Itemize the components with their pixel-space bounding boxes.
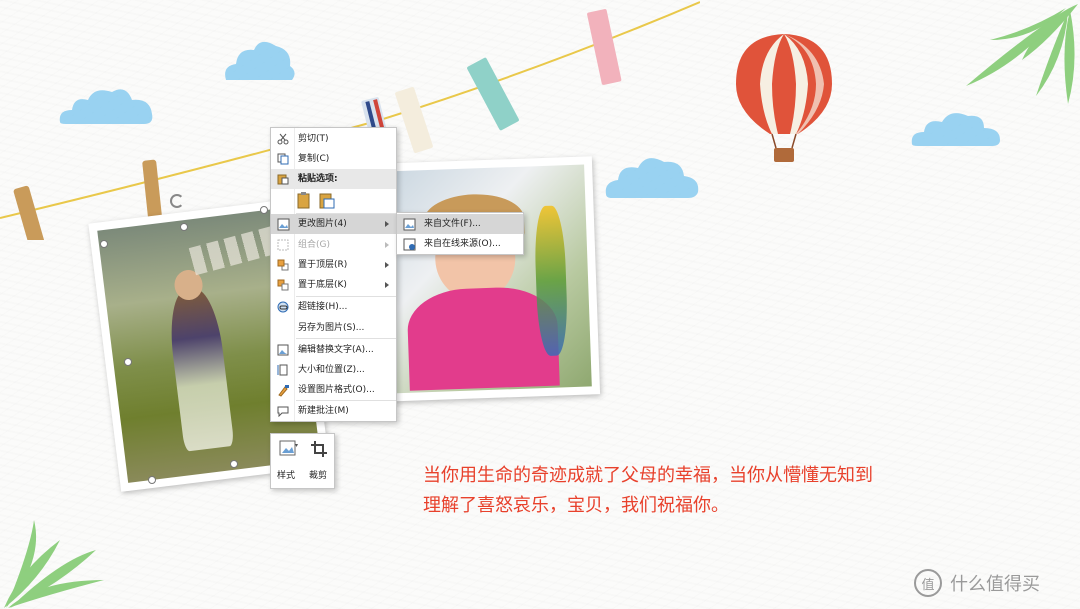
new-comment-icon <box>276 404 290 418</box>
watermark-text: 什么值得买 <box>950 574 1040 595</box>
menu-item-label: 超链接(H)... <box>298 302 348 312</box>
menu-item-label: 另存为图片(S)... <box>298 323 365 333</box>
resize-handle[interactable] <box>260 206 268 214</box>
cloud-decoration <box>911 113 1000 146</box>
slide-canvas: 剪切(T) 复制(C) 粘贴选项: 更改图片(4) 组合(G) 置于顶层(R) … <box>0 0 1080 609</box>
submenu-item-from-online[interactable]: 来自在线来源(O)... <box>397 234 523 254</box>
menu-item-label: 置于底层(K) <box>298 280 347 290</box>
menu-item-paste-options: 粘贴选项: <box>271 169 396 189</box>
watermark: 值 什么值得买 <box>914 566 1074 600</box>
bring-to-front-icon <box>276 258 290 272</box>
context-menu: 剪切(T) 复制(C) 粘贴选项: 更改图片(4) 组合(G) 置于顶层(R) … <box>270 127 397 422</box>
caption-line-2: 理解了喜怒哀乐，宝贝，我们祝福你。 <box>423 495 729 516</box>
menu-item-size-position[interactable]: 大小和位置(Z)... <box>271 360 396 380</box>
copy-icon <box>276 152 290 166</box>
resize-handle[interactable] <box>100 240 108 248</box>
mini-toolbar: 样式 裁剪 <box>270 433 335 489</box>
submenu-item-from-file[interactable]: 来自文件(F)... <box>397 214 523 234</box>
crop-icon <box>310 440 328 458</box>
menu-item-label: 剪切(T) <box>298 134 329 144</box>
rotate-handle-icon[interactable] <box>170 194 184 208</box>
menu-item-label: 设置图片格式(O)... <box>298 385 375 395</box>
menu-item-label: 更改图片(4) <box>298 219 347 229</box>
style-label: 样式 <box>277 471 296 481</box>
submenu-arrow-icon <box>385 262 389 268</box>
photo-image-girl-flowers <box>382 164 592 394</box>
leaf-bottom-left-decoration <box>4 520 104 608</box>
menu-item-label: 置于顶层(R) <box>298 260 348 270</box>
menu-item-label: 大小和位置(Z)... <box>298 365 365 375</box>
slide-caption: 当你用生命的奇迹成就了父母的幸福，当你从懵懂无知到 理解了喜怒哀乐，宝贝，我们祝… <box>423 461 963 521</box>
picture-style-icon <box>279 440 299 458</box>
menu-item-label: 编辑替换文字(A)... <box>298 345 374 355</box>
menu-item-label: 复制(C) <box>298 154 330 164</box>
menu-item-label: 组合(G) <box>298 240 330 250</box>
menu-item-format-picture[interactable]: 设置图片格式(O)... <box>271 380 396 400</box>
resize-handle[interactable] <box>180 223 188 231</box>
group-icon <box>276 238 290 252</box>
submenu-item-label: 来自在线来源(O)... <box>424 239 501 249</box>
menu-item-cut[interactable]: 剪切(T) <box>271 129 396 149</box>
menu-item-copy[interactable]: 复制(C) <box>271 149 396 169</box>
menu-item-label: 粘贴选项: <box>298 174 338 184</box>
menu-item-new-comment[interactable]: 新建批注(M) <box>271 401 396 421</box>
format-picture-icon <box>276 383 290 397</box>
size-position-icon <box>276 363 290 377</box>
from-online-icon <box>402 237 416 251</box>
submenu-arrow-icon <box>385 242 389 248</box>
submenu-item-label: 来自文件(F)... <box>424 219 481 229</box>
change-picture-icon <box>276 217 290 231</box>
resize-handle[interactable] <box>124 358 132 366</box>
scissors-icon <box>276 132 290 146</box>
change-picture-submenu: 来自文件(F)... 来自在线来源(O)... <box>396 212 524 255</box>
submenu-arrow-icon <box>385 282 389 288</box>
paste-icon <box>276 172 290 186</box>
watermark-logo-icon: 值 <box>914 569 942 597</box>
photo-frame[interactable] <box>373 156 601 402</box>
resize-handle[interactable] <box>148 476 156 484</box>
paste-option-keep-formatting-icon[interactable] <box>297 191 313 209</box>
from-file-icon <box>402 217 416 231</box>
menu-item-label: 新建批注(M) <box>298 406 349 416</box>
send-to-back-icon <box>276 278 290 292</box>
menu-item-send-to-back[interactable]: 置于底层(K) <box>271 275 396 295</box>
crop-button[interactable]: 裁剪 <box>305 438 333 484</box>
menu-separator <box>296 338 396 339</box>
menu-item-edit-alt-text[interactable]: 编辑替换文字(A)... <box>271 340 396 360</box>
hot-air-balloon-decoration <box>736 34 832 162</box>
style-button[interactable]: 样式 <box>275 438 303 484</box>
paste-option-picture-icon[interactable] <box>319 191 335 209</box>
menu-item-save-as-picture[interactable]: 另存为图片(S)... <box>271 318 396 338</box>
crop-label: 裁剪 <box>309 471 328 481</box>
menu-item-change-picture[interactable]: 更改图片(4) <box>271 214 396 234</box>
alt-text-icon <box>276 343 290 357</box>
caption-line-1: 当你用生命的奇迹成就了父母的幸福，当你从懵懂无知到 <box>423 465 873 486</box>
submenu-arrow-icon <box>385 221 389 227</box>
menu-item-group[interactable]: 组合(G) <box>271 235 396 255</box>
hyperlink-icon <box>276 300 290 314</box>
menu-item-bring-to-front[interactable]: 置于顶层(R) <box>271 255 396 275</box>
leaf-top-right-decoration <box>966 4 1078 104</box>
resize-handle[interactable] <box>230 460 238 468</box>
menu-item-hyperlink[interactable]: 超链接(H)... <box>271 297 396 317</box>
